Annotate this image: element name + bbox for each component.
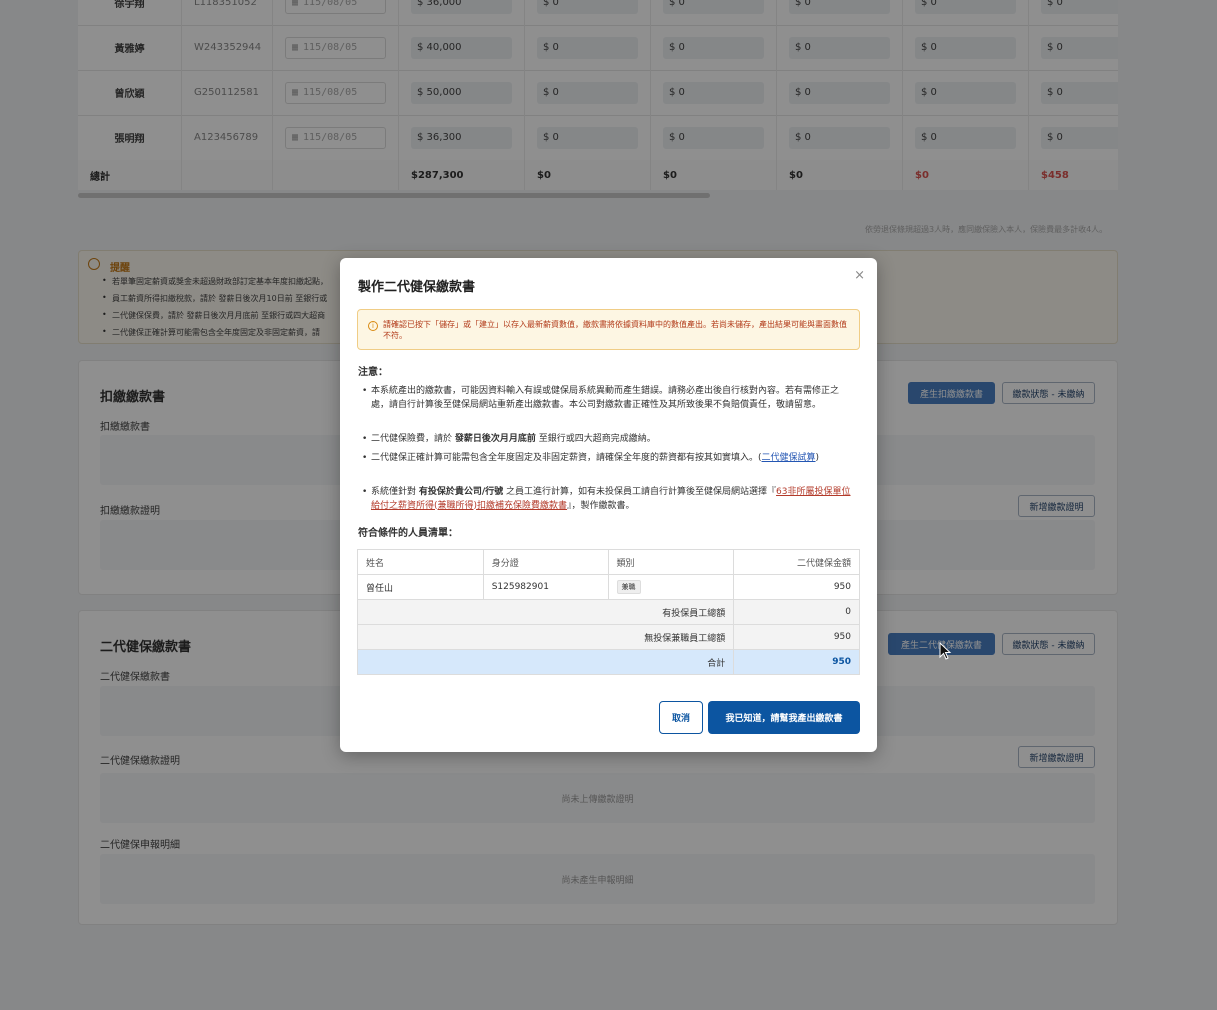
person-type-cell: 兼職 [607, 574, 735, 600]
person-id: S125982901 [482, 574, 609, 600]
total-label: 合計 [356, 649, 735, 675]
summary-row: 無投保兼職員工總額 950 [356, 624, 860, 650]
note-text: 至銀行或四大超商完成繳納。 [535, 434, 656, 444]
note-bullet: • 二代健保正確計算可能需包含全年度固定及非固定薪資，請確保全年度的薪資都有按其… [362, 453, 820, 463]
total-value: 950 [733, 649, 860, 675]
note-text: 系統僅針對 [371, 487, 419, 497]
note-text: 二代健保正確計算可能需包含全年度固定及非固定薪資，請確保全年度的薪資都有按其如實… [371, 453, 762, 463]
note-text: 』，製作繳款書。 [567, 500, 635, 511]
column-header: 二代健保金額 [733, 549, 860, 575]
summary-row: 有投保員工總額 0 [356, 599, 860, 625]
note-bold: 發薪日後次月月底前 [454, 434, 536, 444]
list-heading: 符合條件的人員清單： [358, 528, 458, 539]
total-row: 合計 950 [356, 649, 860, 675]
column-header: 身分證 [482, 549, 609, 575]
cancel-button[interactable]: 取消 [659, 701, 703, 734]
person-name: 曾任山 [357, 574, 484, 600]
note-text: ) [815, 453, 820, 463]
note-text: 之員工進行計算，如有未投保員工請自行計算後至健保局網站選擇『 [503, 487, 777, 497]
note-bullet: • 本系統產出的繳款書，可能因資料輸入有誤或健保局系統異動而產生錯誤。請務必產出… [362, 386, 840, 410]
note-text: 二代健保險費，請於 [371, 434, 455, 444]
confirm-generate-button[interactable]: 我已知道，請幫我產出繳款書 [708, 701, 860, 734]
note-bullet: • 系統僅針對 有投保於貴公司/行號 之員工進行計算，如有未投保員工請自行計算後… [362, 487, 851, 511]
people-table: 姓名 身分證 類別 二代健保金額 曾任山 S125982901 兼職 950 有… [356, 549, 860, 675]
column-header: 姓名 [357, 549, 484, 575]
summary-value: 950 [733, 624, 860, 650]
info-icon: i [368, 321, 378, 331]
note-heading: 注意： [358, 367, 388, 378]
modal-title: 製作二代健保繳款書 [358, 280, 476, 295]
table-header-row: 姓名 身分證 類別 二代健保金額 [357, 549, 860, 575]
table-row: 曾任山 S125982901 兼職 950 [357, 574, 860, 600]
note-text: 本系統產出的繳款書，可能因資料輸入有誤或健保局系統異動而產生錯誤。請務必產出後自… [371, 386, 840, 410]
close-icon[interactable]: × [854, 268, 865, 283]
mouse-cursor-icon [939, 642, 952, 660]
nhi-calculator-link[interactable]: 二代健保試算 [762, 453, 816, 463]
nhi-modal: 製作二代健保繳款書 × i 請確認已按下「儲存」或「建立」以存入最新薪資數值，繳… [340, 258, 877, 752]
summary-label: 無投保兼職員工總額 [356, 624, 735, 650]
note-bold: 有投保於貴公司/行號 [418, 487, 504, 497]
person-amount: 950 [733, 574, 860, 600]
summary-label: 有投保員工總額 [356, 599, 735, 625]
warning-text: 請確認已按下「儲存」或「建立」以存入最新薪資數值，繳款書將依據資料庫中的數值產出… [383, 320, 847, 340]
warning-banner: i 請確認已按下「儲存」或「建立」以存入最新薪資數值，繳款書將依據資料庫中的數值… [357, 309, 860, 350]
summary-value: 0 [733, 599, 860, 625]
type-tag: 兼職 [616, 580, 641, 594]
note-bullet: • 二代健保險費，請於 發薪日後次月月底前 至銀行或四大超商完成繳納。 [362, 434, 656, 444]
column-header: 類別 [607, 549, 735, 575]
